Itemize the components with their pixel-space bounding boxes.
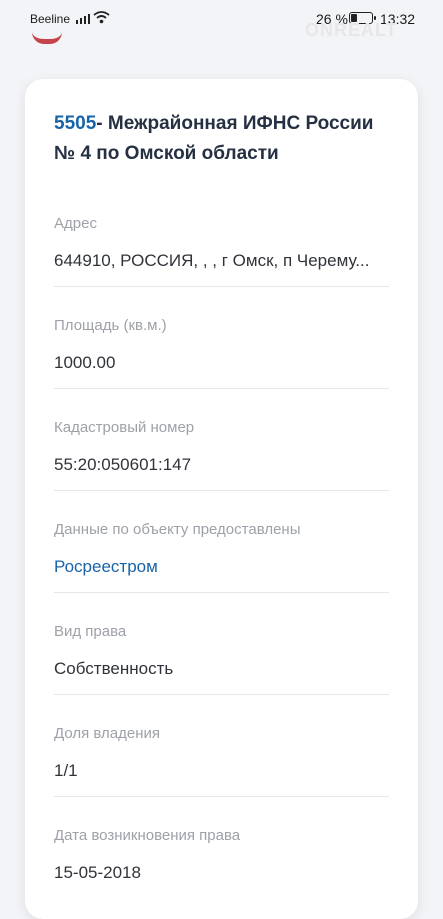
divider — [54, 592, 389, 593]
carrier-name: Beeline — [30, 12, 71, 26]
area-value: 1000.00 — [54, 353, 116, 372]
right-type-value: Собственность — [54, 659, 174, 678]
address-field: Адрес 644910, РОССИЯ, , , г Омск, п Чере… — [54, 215, 389, 287]
address-value: 644910, РОССИЯ, , , г Омск, п Черему... — [54, 251, 370, 270]
watermark: ONREALT — [305, 20, 398, 40]
divider — [54, 694, 389, 695]
field-label: Вид права — [54, 623, 127, 640]
logo-icon — [32, 32, 62, 44]
office-name: - Межрайонная ИФНС России № 4 по Омской … — [54, 113, 374, 164]
office-code[interactable]: 5505 — [54, 113, 96, 134]
divider — [54, 286, 389, 287]
divider — [54, 796, 389, 797]
ownership-share-value: 1/1 — [54, 761, 78, 780]
field-label: Кадастровый номер — [54, 419, 195, 436]
ownership-share-field: Доля владения 1/1 — [54, 725, 389, 797]
field-label: Данные по объекту предоставлены — [54, 521, 301, 538]
field-label: Площадь (кв.м.) — [54, 317, 167, 334]
wifi-icon — [93, 11, 110, 24]
area-field: Площадь (кв.м.) 1000.00 — [54, 317, 389, 389]
tax-office-title: 5505- Межрайонная ИФНС России № 4 по Омс… — [54, 109, 384, 169]
right-type-field: Вид права Собственность — [54, 623, 389, 695]
cadastral-field: Кадастровый номер 55:20:050601:147 — [54, 419, 389, 491]
cadastral-value: 55:20:050601:147 — [54, 455, 192, 474]
divider — [54, 490, 389, 491]
field-label: Доля владения — [54, 725, 160, 742]
divider — [54, 388, 389, 389]
signal-icon — [76, 12, 90, 24]
field-label: Адрес — [54, 215, 97, 232]
source-field: Данные по объекту предоставлены Росреест… — [54, 521, 389, 593]
source-link[interactable]: Росреестром — [54, 556, 389, 578]
right-date-field: Дата возникновения права 15-05-2018 — [54, 827, 389, 884]
field-label: Дата возникновения права — [54, 827, 241, 844]
right-date-value: 15-05-2018 — [54, 863, 141, 882]
